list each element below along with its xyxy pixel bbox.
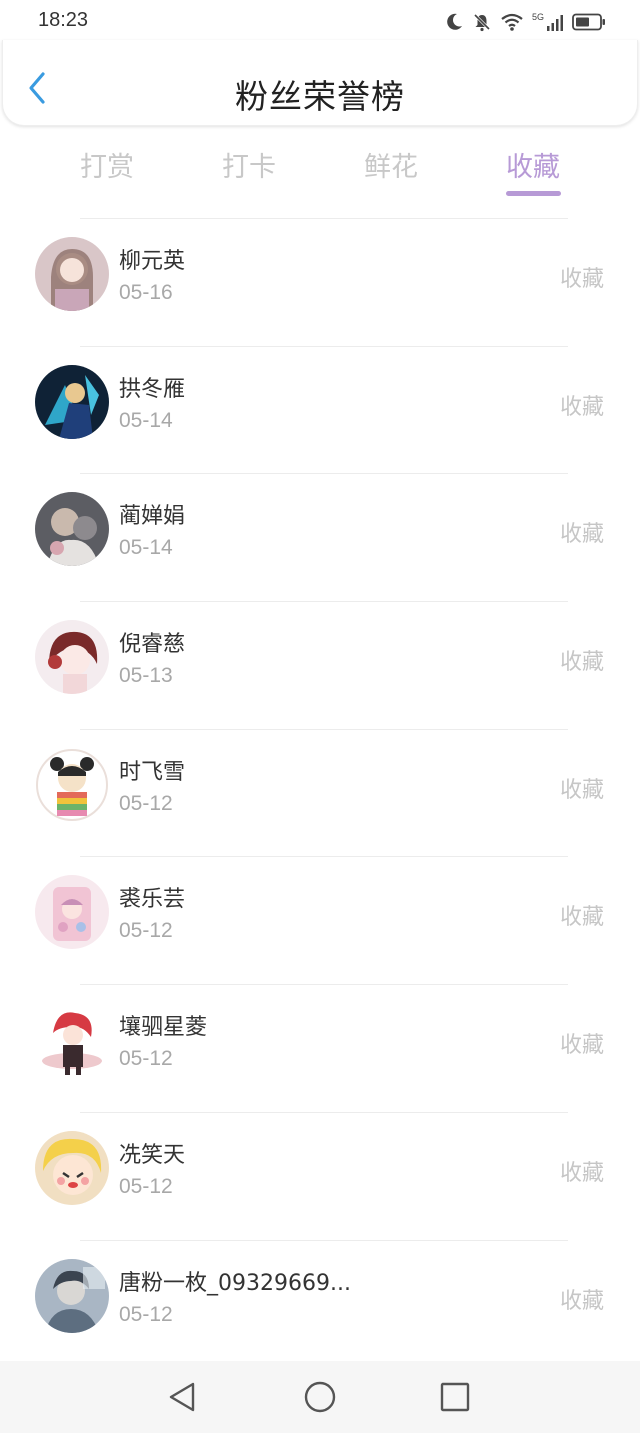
divider (80, 345, 568, 347)
moon-icon (447, 13, 462, 30)
avatar[interactable] (35, 237, 109, 311)
action-label: 收藏 (559, 1288, 604, 1314)
avatar-image (35, 492, 109, 567)
fan-date: 05-14 (119, 536, 173, 560)
fan-name: 冼笑天 (119, 1142, 186, 1168)
avatar-image (35, 875, 109, 950)
list-item[interactable]: 时飞雪 05-12 收藏 (0, 728, 640, 857)
avatar[interactable] (35, 1258, 109, 1333)
action-label: 收藏 (559, 905, 604, 931)
avatar[interactable] (35, 1130, 109, 1205)
divider (80, 728, 568, 730)
list-item[interactable]: 蔺婵娟 05-14 收藏 (0, 473, 640, 601)
status-time: 18:23 (38, 9, 89, 31)
fan-date: 05-12 (119, 791, 173, 815)
divider (80, 473, 568, 475)
avatar[interactable] (35, 620, 109, 695)
fan-name: 唐粉一枚_09329669... (119, 1270, 351, 1296)
avatar[interactable] (35, 1003, 109, 1078)
fan-name: 柳元英 (119, 249, 186, 274)
action-label: 收藏 (559, 777, 604, 803)
list-item[interactable]: 唐粉一枚_09329669... 05-12 收藏 (0, 1239, 640, 1368)
avatar-image (35, 620, 109, 695)
fan-date: 05-14 (119, 408, 173, 432)
fan-list: 柳元英 05-16 收藏 拱冬雁 05-14 收藏 蔺婵娟 05-14 收藏 倪睿慈 05-13 收藏… (0, 218, 640, 1367)
battery-icon (572, 13, 605, 31)
triangle-back-icon (169, 1382, 195, 1412)
avatar-image (35, 1258, 109, 1333)
fan-name: 拱冬雁 (119, 376, 186, 402)
circle-home-icon (304, 1381, 336, 1413)
square-recents-icon (440, 1382, 470, 1412)
header-bar: 粉丝荣誉榜 (2, 40, 638, 126)
avatar-image (35, 1003, 109, 1078)
fan-name: 时飞雪 (119, 759, 186, 785)
fan-name: 蔺婵娟 (119, 504, 186, 530)
action-label: 收藏 (559, 1160, 604, 1186)
fan-name: 裘乐芸 (119, 887, 186, 913)
action-label: 收藏 (559, 267, 604, 292)
page-title: 粉丝荣誉榜 (235, 77, 405, 116)
list-item[interactable]: 倪睿慈 05-13 收藏 (0, 601, 640, 729)
action-label: 收藏 (559, 1033, 604, 1059)
tab-favorites[interactable]: 收藏 (483, 145, 583, 184)
list-item[interactable]: 柳元英 05-16 收藏 (0, 218, 640, 346)
list-item[interactable]: 冼笑天 05-12 收藏 (0, 1111, 640, 1240)
fan-name: 壤驷星菱 (119, 1015, 208, 1041)
fan-date: 05-13 (119, 664, 173, 688)
avatar-image (35, 364, 109, 439)
list-item[interactable]: 壤驷星菱 05-12 收藏 (0, 984, 640, 1112)
nav-home-button[interactable] (302, 1379, 338, 1415)
avatar[interactable] (35, 875, 109, 950)
nav-recents-button[interactable] (437, 1379, 473, 1415)
divider (80, 856, 568, 858)
fan-date: 05-16 (119, 281, 173, 304)
wifi-icon (501, 13, 523, 31)
fan-name: 倪睿慈 (119, 632, 186, 658)
fan-date: 05-12 (119, 1302, 173, 1326)
action-label: 收藏 (559, 650, 604, 676)
avatar-image (35, 1130, 109, 1205)
tab-flowers[interactable]: 鲜花 (341, 145, 441, 184)
action-label: 收藏 (559, 522, 604, 548)
status-bar: 18:23 5G (0, 0, 640, 44)
avatar-image (35, 747, 109, 822)
divider (80, 1239, 568, 1241)
avatar-image (35, 237, 109, 311)
tab-bar: 打赏 打卡 鲜花 收藏 (0, 140, 640, 200)
fan-date: 05-12 (119, 919, 173, 943)
list-item[interactable]: 拱冬雁 05-14 收藏 (0, 345, 640, 474)
divider (80, 601, 568, 603)
list-item[interactable]: 裘乐芸 05-12 收藏 (0, 856, 640, 984)
nav-back-button[interactable] (165, 1379, 201, 1415)
network-type-label: 5G (531, 12, 544, 22)
bell-muted-icon (473, 13, 491, 32)
tab-reward[interactable]: 打赏 (57, 145, 157, 184)
divider (80, 1111, 568, 1113)
fan-date: 05-12 (119, 1047, 173, 1071)
divider (80, 984, 568, 986)
avatar[interactable] (35, 364, 109, 439)
avatar[interactable] (35, 492, 109, 567)
status-icons: 5G (444, 10, 606, 34)
tab-checkin[interactable]: 打卡 (199, 145, 299, 184)
active-tab-indicator (506, 191, 561, 196)
avatar[interactable] (35, 747, 109, 822)
action-label: 收藏 (559, 394, 604, 420)
system-nav-bar (0, 1361, 640, 1433)
divider (80, 218, 568, 219)
signal-icon (547, 15, 563, 31)
fan-date: 05-12 (119, 1174, 173, 1198)
